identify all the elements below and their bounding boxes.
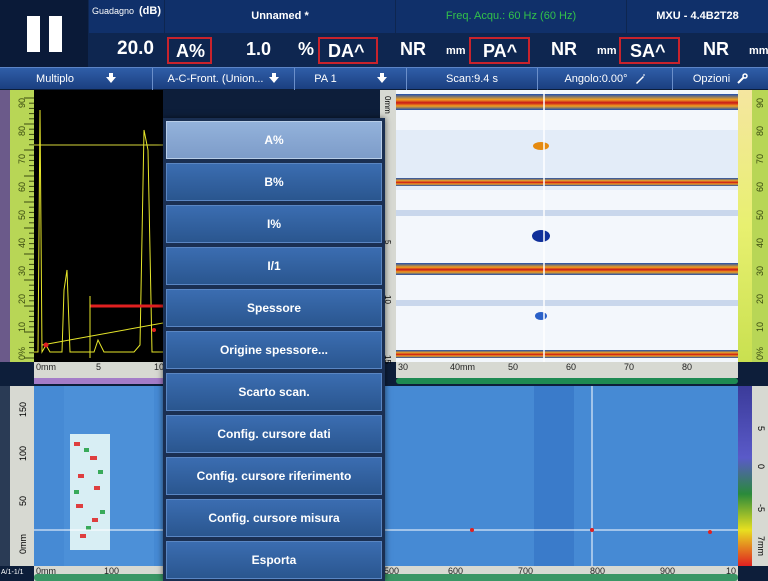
- view-dropdown[interactable]: A-C-Front. (Union...: [153, 68, 295, 90]
- ruler-tick-label: 40: [755, 237, 765, 248]
- angle-control[interactable]: Angolo:0.00°: [538, 68, 673, 90]
- device-name: MXU - 4.4B2T28: [656, 10, 739, 22]
- reading-sa-label[interactable]: SA^: [619, 37, 680, 64]
- reading-pa-unit: mm: [597, 45, 617, 57]
- scan-time[interactable]: Scan:9.4 s: [407, 68, 538, 90]
- menu-item-data-cursor-config[interactable]: Config. cursore dati: [166, 415, 382, 453]
- sscan-color-ruler: [738, 90, 752, 362]
- acq-freq: Freq. Acqu.: 60 Hz (60 Hz): [445, 10, 577, 22]
- reading-da-label[interactable]: DA^: [318, 37, 378, 64]
- menu-item-a-percent[interactable]: A%: [166, 121, 382, 159]
- options-label: Opzioni: [692, 73, 731, 85]
- pause-icon: [48, 15, 62, 52]
- ruler-tick-label: 30: [755, 265, 765, 276]
- menu-item-export[interactable]: Esporta: [166, 541, 382, 579]
- cscan-corner-label: A/1-1/1: [1, 569, 24, 576]
- ascan-amplitude-ruler: 90 80 70 60 50 40 30 20 10 0%: [10, 90, 34, 362]
- gain-value: 20.0: [117, 38, 154, 59]
- ruler-tick-label: 0%: [17, 346, 27, 360]
- ruler-tick-label: 90: [17, 97, 27, 108]
- cscan-right-ruler: 5 0 -5 7mm: [752, 386, 768, 566]
- ruler-tick-label: 60: [17, 181, 27, 192]
- gain-value-cell[interactable]: 20.0: [89, 33, 164, 67]
- cscan-strip: [0, 386, 10, 566]
- ruler-tick-label: 40: [17, 237, 27, 248]
- reading-sa-unit: mm: [749, 45, 768, 57]
- reading-sa-value: NR: [703, 39, 729, 59]
- pencil-icon: [635, 74, 645, 84]
- ruler-tick-label: 50: [17, 209, 27, 220]
- ascan-view[interactable]: [34, 90, 164, 362]
- status-bar: Guadagno (dB) 20.0 Unnamed * Freq. Acqu.…: [0, 0, 768, 67]
- sscan-view[interactable]: [396, 90, 738, 362]
- sscan-scrollbar[interactable]: [396, 378, 738, 384]
- file-name: Unnamed *: [251, 10, 309, 22]
- reading-a-value: 1.0: [246, 39, 272, 59]
- ruler-tick-label: 50: [755, 209, 765, 220]
- reading-a-unit: %: [298, 39, 315, 59]
- cscan-corner: A/1-1/1: [0, 566, 34, 581]
- ascan-scrollbar[interactable]: [34, 378, 163, 384]
- menu-item-scan-offset[interactable]: Scarto scan.: [166, 373, 382, 411]
- ruler-tick-label: 70: [17, 153, 27, 164]
- reading-da-value: NR: [400, 39, 426, 59]
- pause-button[interactable]: [0, 0, 88, 67]
- gain-cell[interactable]: Guadagno (dB): [89, 0, 164, 33]
- context-menu: A% B% I% I/1 Spessore Origine spessore... Scar…: [163, 118, 385, 581]
- ruler-tick-label: 70: [755, 153, 765, 164]
- reading-pa-value: NR: [551, 39, 577, 59]
- group-dropdown[interactable]: PA 1: [295, 68, 407, 90]
- cscan-color-scale: [738, 386, 752, 566]
- group-label: PA 1: [314, 73, 337, 85]
- file-name-cell: Unnamed *: [165, 0, 395, 33]
- acq-freq-cell: Freq. Acqu.: 60 Hz (60 Hz): [396, 0, 626, 33]
- cscan-image: [34, 386, 738, 566]
- reading-a-label[interactable]: A%: [167, 37, 212, 64]
- sscan-x-ruler: 30 40mm 50 60 70 80: [396, 362, 738, 378]
- pause-icon: [26, 15, 40, 52]
- layout-label: Multiplo: [36, 73, 74, 85]
- ascan-gate-strip: [0, 90, 10, 362]
- ruler-tick-label: 30: [17, 265, 27, 276]
- ruler-tick-label: 80: [17, 125, 27, 136]
- gain-unit: (dB): [139, 5, 161, 17]
- sscan-amplitude-ruler: 90 80 70 60 50 40 30 20 10 0%: [752, 90, 768, 362]
- menu-item-b-percent[interactable]: B%: [166, 163, 382, 201]
- download-arrow-icon: [105, 73, 116, 83]
- menu-item-i-over-1[interactable]: I/1: [166, 247, 382, 285]
- reading-da-unit: mm: [446, 45, 466, 57]
- cscan-left-ruler: 150 100 50 0mm: [10, 386, 34, 566]
- angle-label: Angolo:0.00°: [564, 73, 628, 85]
- ruler-tick-label: 60: [755, 181, 765, 192]
- ruler-tick-label: 90: [755, 97, 765, 108]
- cscan-scrollbar[interactable]: [34, 574, 738, 581]
- options-button[interactable]: Opzioni: [673, 68, 768, 90]
- sscan-image: [396, 90, 738, 362]
- download-arrow-icon: [376, 73, 387, 83]
- scan-label: Scan:9.4 s: [446, 73, 498, 85]
- device-cell: MXU - 4.4B2T28: [627, 0, 768, 33]
- tools-icon: [737, 73, 748, 84]
- menu-item-i-percent[interactable]: I%: [166, 205, 382, 243]
- ascan-trace: [34, 109, 164, 358]
- ruler-tick-label: 80: [755, 125, 765, 136]
- layout-dropdown[interactable]: Multiplo: [0, 68, 153, 90]
- toolbar: Multiplo A-C-Front. (Union... PA 1 Scan:…: [0, 67, 768, 90]
- ruler-tick-label: 20: [755, 293, 765, 304]
- download-arrow-icon: [269, 73, 280, 83]
- reading-pa-label[interactable]: PA^: [469, 37, 530, 64]
- ascan-x-ruler: 0mm 5 10: [34, 362, 164, 378]
- view-label: A-C-Front. (Union...: [167, 73, 264, 85]
- ruler-tick-label: 10: [755, 321, 765, 332]
- ruler-tick-label: 0%: [755, 346, 765, 360]
- ruler-tick-label: 10: [17, 321, 27, 332]
- ruler-tick-label: 20: [17, 293, 27, 304]
- menu-item-measure-cursor-config[interactable]: Config. cursore misura: [166, 499, 382, 537]
- cscan-view[interactable]: [34, 386, 738, 566]
- menu-item-thickness-origin[interactable]: Origine spessore...: [166, 331, 382, 369]
- menu-item-reference-cursor-config[interactable]: Config. cursore riferimento: [166, 457, 382, 495]
- gain-label: Guadagno: [92, 6, 135, 16]
- menu-item-thickness[interactable]: Spessore: [166, 289, 382, 327]
